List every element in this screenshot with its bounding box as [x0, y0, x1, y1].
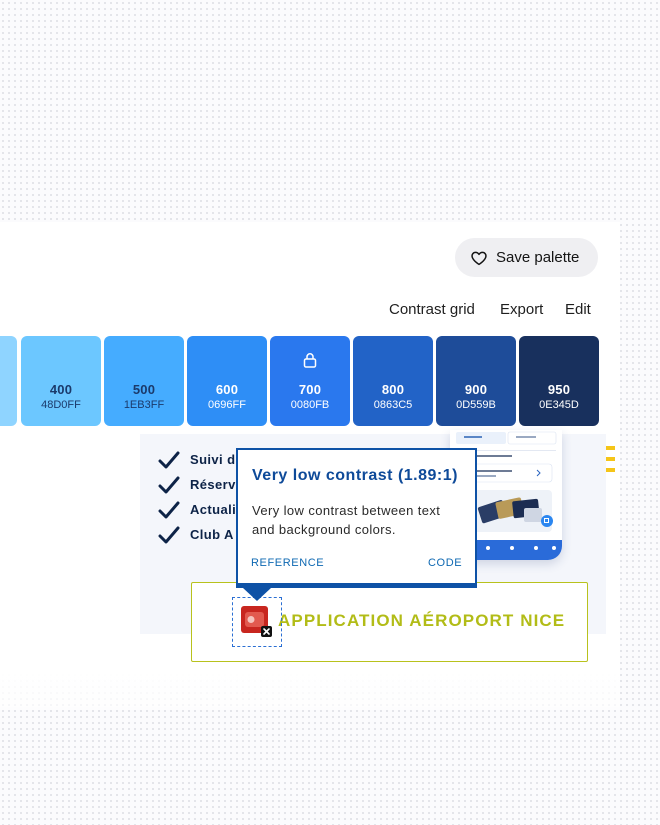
contrast-warning-tooltip: Very low contrast (1.89:1) Very low cont…	[236, 448, 477, 588]
app-banner-title: APPLICATION AÉROPORT NICE	[278, 611, 566, 630]
tooltip-title: Very low contrast (1.89:1)	[252, 467, 458, 484]
code-link[interactable]: CODE	[428, 557, 462, 569]
swatch-shade: 700	[298, 382, 322, 397]
checkmark-icon	[158, 526, 180, 543]
palette-swatch-700[interactable]: 700 0080FB	[270, 336, 350, 426]
swatch-hex: 1EB3FF	[123, 399, 165, 411]
swatch-hex: 0D559B	[456, 399, 496, 411]
heart-icon	[471, 251, 487, 265]
swatch-hex: 48D0FF	[41, 399, 81, 411]
swatch-hex: 0080FB	[290, 399, 330, 411]
checklist-text: Actuali	[190, 502, 237, 517]
edit-link[interactable]: Edit	[565, 301, 591, 318]
list-item: Suivi d	[158, 447, 236, 472]
app-icon[interactable]	[241, 606, 272, 637]
save-palette-label: Save palette	[496, 249, 580, 266]
decorative-dash	[606, 457, 615, 461]
palette-swatch-400[interactable]: 400 48D0FF	[21, 336, 101, 426]
list-item: Réserv	[158, 472, 236, 497]
list-item: Actuali	[158, 497, 236, 522]
decorative-dash	[606, 446, 615, 450]
decorative-dash	[606, 468, 615, 472]
contrast-grid-link[interactable]: Contrast grid	[389, 301, 475, 318]
palette-swatch-600[interactable]: 600 0696FF	[187, 336, 267, 426]
list-item: Club A	[158, 522, 236, 547]
swatch-hex: 0863C5	[373, 399, 413, 411]
palette-swatch-partial[interactable]	[0, 336, 17, 426]
checkmark-icon	[158, 476, 180, 493]
swatch-shade: 600	[215, 382, 239, 397]
checklist-text: Suivi d	[190, 452, 236, 467]
save-palette-button[interactable]: Save palette	[455, 238, 598, 277]
swatch-hex: 0696FF	[208, 399, 246, 411]
swatch-shade: 900	[464, 382, 488, 397]
swatch-hex: 0E345D	[539, 399, 579, 411]
swatch-shade: 500	[132, 382, 156, 397]
lock-icon[interactable]	[303, 352, 317, 368]
swatch-shade: 800	[381, 382, 405, 397]
export-link[interactable]: Export	[500, 301, 543, 318]
checklist-text: Club A	[190, 527, 234, 542]
feature-checklist: Suivi d Réserv Actuali Club A	[158, 447, 236, 547]
tooltip-body: Very low contrast between text and backg…	[252, 503, 441, 537]
palette-swatch-950[interactable]: 950 0E345D	[519, 336, 599, 426]
palette-toolbar: Contrast grid Export Edit	[0, 301, 600, 321]
tooltip-pointer	[243, 588, 271, 601]
palette-swatch-500[interactable]: 500 1EB3FF	[104, 336, 184, 426]
checkmark-icon	[158, 451, 180, 468]
palette-swatch-800[interactable]: 800 0863C5	[353, 336, 433, 426]
checkmark-icon	[158, 501, 180, 518]
reference-link[interactable]: REFERENCE	[251, 557, 324, 569]
swatch-shade: 950	[547, 382, 571, 397]
palette-swatch-900[interactable]: 900 0D559B	[436, 336, 516, 426]
checklist-text: Réserv	[190, 477, 236, 492]
swatch-shade: 400	[49, 382, 73, 397]
